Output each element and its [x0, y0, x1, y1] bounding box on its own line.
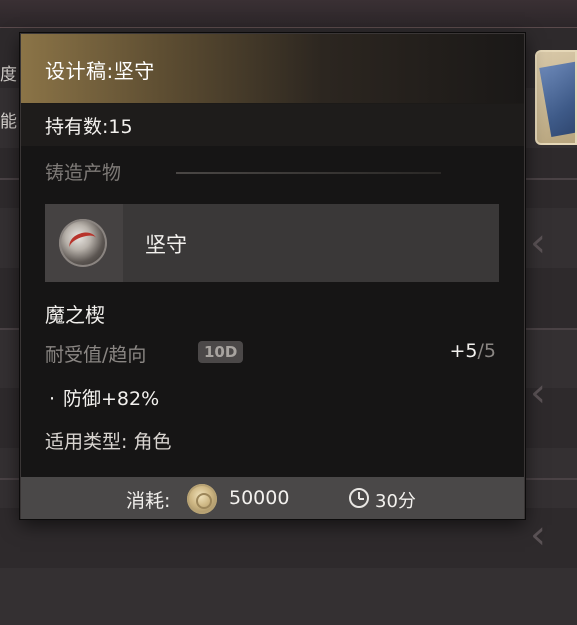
cost-label: 消耗:	[126, 490, 171, 512]
product-name: 坚守	[145, 233, 187, 257]
stat-text: 防御+82%	[63, 388, 160, 410]
chevron-left-icon: ‹	[530, 220, 546, 266]
item-tooltip-card: 设计稿:坚守 持有数:15 铸造产物 坚守 魔之楔 耐受值/趋向 10D +5/…	[20, 33, 525, 519]
durability-current: +5	[449, 340, 478, 362]
durability-badge: 10D	[198, 341, 244, 363]
chevron-left-icon: ‹	[530, 512, 546, 558]
applicable-type: 适用类型: 角色	[45, 431, 172, 453]
time-value: 30分	[375, 491, 416, 512]
card-title: 设计稿:坚守	[45, 59, 155, 83]
item-name: 魔之楔	[45, 303, 105, 327]
product-row[interactable]: 坚守	[45, 204, 499, 282]
durability-value: +5/5	[449, 340, 496, 362]
background-left-text: 度	[0, 65, 17, 85]
product-icon-frame	[45, 204, 123, 282]
blueprint-icon	[539, 61, 575, 137]
durability-max: /5	[477, 340, 497, 362]
bullet: ·	[49, 388, 56, 410]
card-header: 设计稿:坚守	[21, 34, 524, 104]
held-count: 持有数:15	[45, 116, 133, 138]
cost-value: 50000	[229, 487, 290, 509]
cost-footer: 消耗: 50000 30分	[21, 477, 524, 519]
held-count-row: 持有数:15	[21, 104, 524, 146]
clock-icon	[349, 488, 369, 508]
stat-line: · 防御+82%	[49, 384, 159, 411]
durability-label: 耐受值/趋向	[45, 344, 147, 366]
chevron-left-icon: ‹	[530, 370, 546, 416]
section-title: 铸造产物	[45, 162, 122, 184]
background-top-strip	[0, 0, 577, 28]
section-divider	[176, 172, 441, 174]
background-left-text: 能	[0, 112, 17, 132]
background-item-thumbnail[interactable]	[535, 50, 577, 145]
amulet-icon	[59, 219, 107, 267]
coin-icon	[187, 484, 217, 514]
